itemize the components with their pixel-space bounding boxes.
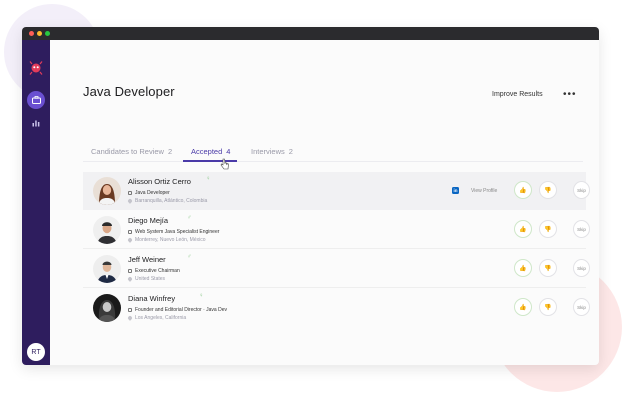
location-pin-icon: [127, 236, 133, 243]
tab-count: 2: [167, 147, 173, 156]
thumbs-up-button[interactable]: 👍: [514, 220, 532, 238]
candidate-location: United States: [127, 275, 166, 282]
male-symbol-icon: ♂: [187, 254, 192, 260]
candidate-title-text: Java Developer: [135, 190, 170, 196]
thumbs-up-icon: 👍: [519, 304, 527, 311]
thumbs-down-icon: 👎: [544, 226, 552, 233]
candidate-name[interactable]: Diana Winfrey: [128, 294, 175, 303]
candidate-photo: [93, 294, 121, 322]
improve-results-button[interactable]: Improve Results: [492, 91, 543, 98]
candidate-location-text: Barranquilla, Atlántico, Colombia: [135, 198, 208, 204]
candidate-row[interactable]: Alisson Ortiz Cerro ♀ Java Developer Bar…: [83, 172, 590, 210]
thumbs-down-icon: 👎: [544, 187, 552, 194]
candidate-title: Java Developer: [128, 190, 170, 196]
thumbs-up-button[interactable]: 👍: [514, 181, 532, 199]
candidate-title-text: Web System Java Specialist Engineer: [135, 229, 220, 235]
nav-analytics-button[interactable]: [27, 114, 45, 132]
row-divider: [83, 248, 586, 249]
location-pin-icon: [127, 275, 133, 282]
candidate-title-text: Executive Chairman: [135, 268, 180, 274]
thumbs-down-icon: 👎: [544, 265, 552, 272]
candidate-row[interactable]: Diana Winfrey ♀ Founder and Editorial Di…: [83, 289, 590, 327]
row-divider: [83, 287, 586, 288]
tab-label: Accepted: [191, 147, 223, 156]
tab-candidates-to-review[interactable]: Candidates to Review 2: [91, 147, 172, 156]
bar-chart-icon: [32, 120, 40, 127]
more-options-icon[interactable]: •••: [563, 89, 577, 100]
thumbs-down-button[interactable]: 👎: [539, 298, 557, 316]
tab-interviews[interactable]: Interviews 2: [251, 147, 293, 156]
candidate-location: Los Angeles, California: [127, 314, 187, 321]
briefcase-icon: [128, 268, 132, 273]
window-titlebar: [22, 27, 599, 40]
candidate-title: Executive Chairman: [128, 268, 180, 274]
tab-label: Candidates to Review: [91, 147, 164, 156]
briefcase-icon: [128, 190, 132, 195]
tab-label: Interviews: [251, 147, 285, 156]
page: RT Java Developer Improve Results ••• Ca…: [0, 0, 627, 398]
candidate-name[interactable]: Jeff Weiner: [128, 255, 166, 264]
briefcase-icon: [128, 229, 132, 234]
view-profile-link[interactable]: View Profile: [471, 188, 497, 194]
candidate-name[interactable]: Alisson Ortiz Cerro: [128, 177, 191, 186]
app-window: RT Java Developer Improve Results ••• Ca…: [22, 27, 599, 365]
candidate-location: Barranquilla, Atlántico, Colombia: [127, 197, 208, 204]
thumbs-down-button[interactable]: 👎: [539, 259, 557, 277]
location-pin-icon: [127, 314, 133, 321]
candidate-title: Web System Java Specialist Engineer: [128, 229, 219, 235]
linkedin-icon[interactable]: in: [452, 187, 459, 194]
nav-jobs-button[interactable]: [27, 91, 45, 109]
candidate-title: Founder and Editorial Director · Java De…: [128, 307, 227, 313]
female-symbol-icon: ♀: [199, 293, 204, 299]
app-logo-icon[interactable]: [28, 60, 44, 76]
location-pin-icon: [127, 197, 133, 204]
thumbs-up-button[interactable]: 👍: [514, 259, 532, 277]
thumbs-down-button[interactable]: 👎: [539, 220, 557, 238]
window-close-dot[interactable]: [29, 31, 34, 36]
skip-button[interactable]: Skip: [573, 220, 590, 238]
candidate-photo: [93, 255, 121, 283]
candidate-title-text: Founder and Editorial Director · Java De…: [135, 307, 227, 313]
candidate-location-text: Monterrey, Nuevo León, México: [135, 237, 206, 243]
page-title: Java Developer: [83, 84, 175, 99]
tabs-divider: [83, 161, 583, 162]
thumbs-down-button[interactable]: 👎: [539, 181, 557, 199]
tab-count: 4: [226, 147, 231, 156]
thumbs-down-icon: 👎: [544, 304, 552, 311]
candidate-location: Monterrey, Nuevo León, México: [127, 236, 206, 243]
main-content: Java Developer Improve Results ••• Candi…: [50, 40, 599, 365]
tab-count: 2: [288, 147, 293, 156]
skip-button[interactable]: Skip: [573, 298, 590, 316]
candidate-name[interactable]: Diego Mejía: [128, 216, 168, 225]
candidate-photo: [93, 177, 121, 205]
candidate-location-text: United States: [135, 276, 166, 282]
window-minimize-dot[interactable]: [37, 31, 42, 36]
thumbs-up-button[interactable]: 👍: [514, 298, 532, 316]
female-symbol-icon: ♀: [206, 176, 211, 182]
candidate-location-text: Los Angeles, California: [135, 315, 187, 321]
user-avatar[interactable]: RT: [27, 343, 45, 361]
sidebar: RT: [22, 40, 50, 365]
briefcase-icon: [128, 307, 132, 312]
tab-accepted[interactable]: Accepted 4: [191, 147, 230, 156]
skip-button[interactable]: Skip: [573, 181, 590, 199]
thumbs-up-icon: 👍: [519, 187, 527, 194]
male-symbol-icon: ♂: [187, 215, 192, 221]
window-maximize-dot[interactable]: [45, 31, 50, 36]
thumbs-up-icon: 👍: [519, 226, 527, 233]
skip-button[interactable]: Skip: [573, 259, 590, 277]
thumbs-up-icon: 👍: [519, 265, 527, 272]
mouse-cursor-icon: [220, 158, 229, 170]
candidate-row[interactable]: Jeff Weiner ♂ Executive Chairman United …: [83, 250, 590, 288]
candidate-row[interactable]: Diego Mejía ♂ Web System Java Specialist…: [83, 211, 590, 249]
briefcase-icon: [31, 96, 41, 104]
candidate-photo: [93, 216, 121, 244]
